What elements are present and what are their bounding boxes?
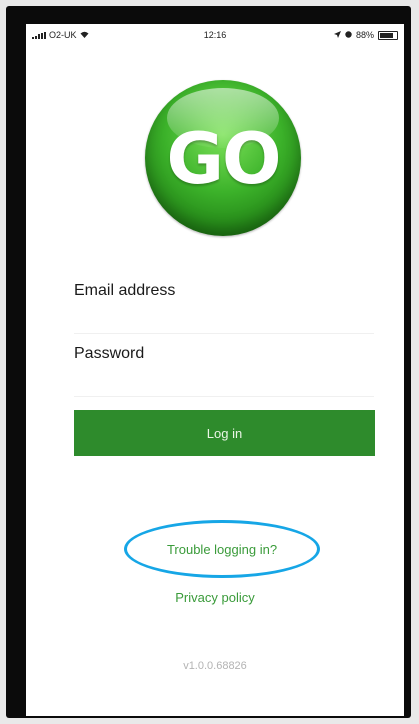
status-bar: O2-UK 12:16 88% — [26, 24, 404, 46]
go-logo: GO — [145, 80, 301, 236]
password-field[interactable] — [74, 370, 374, 397]
battery-icon — [378, 30, 398, 40]
logo-text: GO — [166, 118, 282, 200]
app-screen: O2-UK 12:16 88% GO Email address Passwor… — [26, 24, 404, 716]
privacy-policy-link[interactable]: Privacy policy — [26, 590, 404, 605]
status-right: 88% — [333, 30, 398, 40]
email-label: Email address — [74, 282, 176, 299]
battery-percent: 88% — [355, 30, 374, 40]
email-field[interactable] — [74, 307, 374, 334]
phone-frame: O2-UK 12:16 88% GO Email address Passwor… — [6, 6, 411, 718]
password-label: Password — [74, 345, 145, 362]
version-label: v1.0.0.68826 — [183, 660, 247, 672]
location-icon — [333, 30, 341, 40]
trouble-logging-in-link[interactable]: Trouble logging in? — [124, 520, 320, 578]
login-button[interactable]: Log in — [74, 410, 375, 456]
alarm-icon — [345, 30, 352, 40]
